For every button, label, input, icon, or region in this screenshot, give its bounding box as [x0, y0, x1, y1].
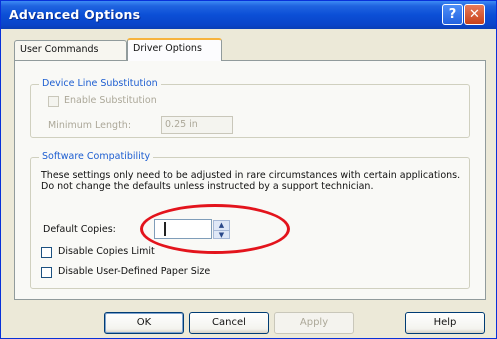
title-bar[interactable]: Advanced Options ? ✕ — [1, 1, 496, 29]
spin-up-icon[interactable]: ▲ — [214, 221, 229, 230]
default-copies-spinner[interactable]: ▲ ▼ — [213, 220, 230, 239]
help-button[interactable]: Help — [405, 312, 485, 334]
default-copies-input[interactable] — [154, 219, 212, 239]
advanced-options-dialog: Advanced Options ? ✕ User Commands Drive… — [0, 0, 497, 339]
minimum-length-input[interactable]: 0.25 in — [161, 116, 233, 134]
disable-copies-limit-checkbox[interactable] — [41, 247, 52, 258]
disable-paper-size-label: Disable User-Defined Paper Size — [58, 266, 211, 277]
compatibility-description: These settings only need to be adjusted … — [41, 170, 461, 192]
device-line-legend: Device Line Substitution — [39, 78, 161, 89]
help-icon[interactable]: ? — [442, 4, 463, 25]
tab-user-commands[interactable]: User Commands — [14, 40, 127, 60]
disable-paper-size-checkbox[interactable] — [41, 267, 52, 278]
close-icon[interactable]: ✕ — [464, 4, 485, 25]
window-title: Advanced Options — [9, 7, 141, 22]
apply-button[interactable]: Apply — [274, 312, 354, 334]
minimum-length-label: Minimum Length: — [48, 120, 132, 131]
software-compatibility-legend: Software Compatibility — [39, 151, 154, 162]
enable-substitution-label: Enable Substitution — [64, 95, 157, 106]
default-copies-label: Default Copies: — [43, 224, 116, 235]
disable-copies-limit-label: Disable Copies Limit — [58, 246, 155, 257]
spin-down-icon[interactable]: ▼ — [214, 230, 229, 240]
tab-driver-options[interactable]: Driver Options — [127, 38, 222, 61]
text-cursor — [164, 222, 166, 236]
enable-substitution-checkbox[interactable] — [48, 96, 59, 107]
cancel-button[interactable]: Cancel — [189, 312, 269, 334]
ok-button[interactable]: OK — [104, 312, 184, 334]
